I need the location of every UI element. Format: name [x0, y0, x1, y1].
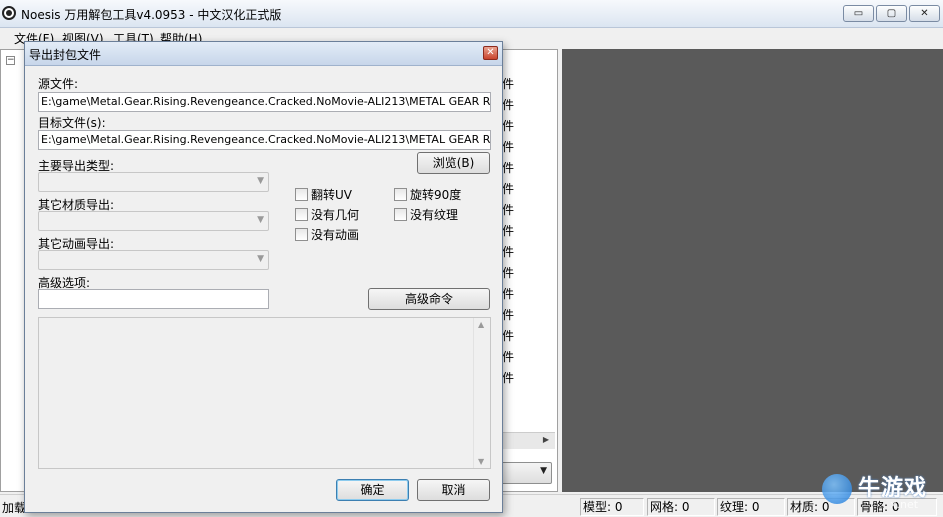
list-item[interactable]: 件 — [500, 137, 555, 158]
advanced-command-button[interactable]: 高级命令 — [368, 288, 490, 310]
ok-button[interactable]: 确定 — [336, 479, 409, 501]
list-item[interactable]: 件 — [500, 263, 555, 284]
maximize-button[interactable]: ▢ — [876, 5, 907, 22]
horizontal-scrollbar[interactable]: ▶ — [500, 432, 555, 449]
list-item[interactable]: 件 — [500, 179, 555, 200]
no-texture-label: 没有纹理 — [410, 208, 459, 222]
no-geometry-label: 没有几何 — [311, 208, 360, 222]
no-geometry-checkbox[interactable]: 没有几何 — [295, 206, 359, 223]
scroll-down-icon[interactable]: ▼ — [478, 457, 484, 466]
target-file-field[interactable]: E:\game\Metal.Gear.Rising.Revengeance.Cr… — [38, 130, 491, 150]
scroll-up-icon[interactable]: ▲ — [478, 320, 484, 329]
material-export-select[interactable]: ▼ — [38, 211, 269, 231]
tree-collapse-icon[interactable]: − — [6, 56, 15, 65]
main-export-type-select[interactable]: ▼ — [38, 172, 269, 192]
watermark-subtext: x.net — [890, 498, 919, 511]
watermark-logo-icon — [822, 474, 852, 504]
log-output-area[interactable]: ▲ ▼ — [38, 317, 491, 469]
scroll-right-icon[interactable]: ▶ — [543, 435, 549, 444]
file-list: 件 件 件 件 件 件 件 件 件 件 件 件 件 件 件 — [500, 74, 555, 429]
flip-uv-checkbox[interactable]: 翻转UV — [295, 186, 352, 203]
advanced-options-input[interactable] — [38, 289, 269, 309]
list-item[interactable]: 件 — [500, 74, 555, 95]
vertical-scrollbar[interactable]: ▲ ▼ — [473, 318, 490, 468]
no-animation-checkbox[interactable]: 没有动画 — [295, 226, 359, 243]
target-file-label: 目标文件(s): — [38, 116, 106, 130]
status-texture-count: 纹理: 0 — [717, 498, 785, 516]
checkbox-icon[interactable] — [394, 188, 407, 201]
minimize-button[interactable]: ▭ — [843, 5, 874, 22]
chevron-down-icon: ▼ — [257, 254, 264, 264]
chevron-down-icon: ▼ — [257, 215, 264, 225]
list-item[interactable]: 件 — [500, 347, 555, 368]
list-item[interactable]: 件 — [500, 368, 555, 389]
source-file-field[interactable]: E:\game\Metal.Gear.Rising.Revengeance.Cr… — [38, 92, 491, 112]
list-item[interactable]: 件 — [500, 95, 555, 116]
cancel-button[interactable]: 取消 — [417, 479, 490, 501]
dialog-close-button[interactable]: ✕ — [483, 46, 498, 60]
list-item[interactable]: 件 — [500, 116, 555, 137]
status-mesh-count: 网格: 0 — [647, 498, 715, 516]
rotate-90-label: 旋转90度 — [410, 188, 462, 202]
browse-button[interactable]: 浏览(B) — [417, 152, 490, 174]
checkbox-icon[interactable] — [295, 228, 308, 241]
list-item[interactable]: 件 — [500, 221, 555, 242]
site-watermark: 牛游戏 x.net — [820, 468, 935, 514]
no-animation-label: 没有动画 — [311, 228, 360, 242]
status-loading-text: 加载 — [2, 501, 27, 515]
list-item[interactable]: 件 — [500, 305, 555, 326]
chevron-down-icon: ▼ — [257, 176, 264, 186]
chevron-down-icon: ▼ — [540, 466, 547, 476]
list-item[interactable]: 件 — [500, 242, 555, 263]
source-file-label: 源文件: — [38, 77, 79, 91]
list-item[interactable]: 件 — [500, 326, 555, 347]
checkbox-icon[interactable] — [295, 208, 308, 221]
checkbox-icon[interactable] — [394, 208, 407, 221]
no-texture-checkbox[interactable]: 没有纹理 — [394, 206, 458, 223]
model-preview-viewport[interactable] — [562, 49, 943, 492]
checkbox-icon[interactable] — [295, 188, 308, 201]
list-item[interactable]: 件 — [500, 158, 555, 179]
title-bar: Noesis 万用解包工具v4.0953 - 中文汉化正式版 ▭ ▢ ✕ — [0, 0, 943, 28]
dialog-title: 导出封包文件 — [29, 48, 102, 62]
flip-uv-label: 翻转UV — [311, 188, 352, 202]
dialog-title-bar: 导出封包文件 ✕ — [25, 42, 502, 66]
panel-dropdown[interactable]: ▼ — [500, 462, 552, 484]
list-item[interactable]: 件 — [500, 284, 555, 305]
close-button[interactable]: ✕ — [909, 5, 940, 22]
animation-export-select[interactable]: ▼ — [38, 250, 269, 270]
status-model-count: 模型: 0 — [580, 498, 644, 516]
window-title: Noesis 万用解包工具v4.0953 - 中文汉化正式版 — [21, 8, 282, 22]
list-item[interactable]: 件 — [500, 200, 555, 221]
app-icon — [2, 6, 16, 20]
export-dialog: 导出封包文件 ✕ 源文件: E:\game\Metal.Gear.Rising.… — [24, 41, 503, 513]
rotate-90-checkbox[interactable]: 旋转90度 — [394, 186, 461, 203]
